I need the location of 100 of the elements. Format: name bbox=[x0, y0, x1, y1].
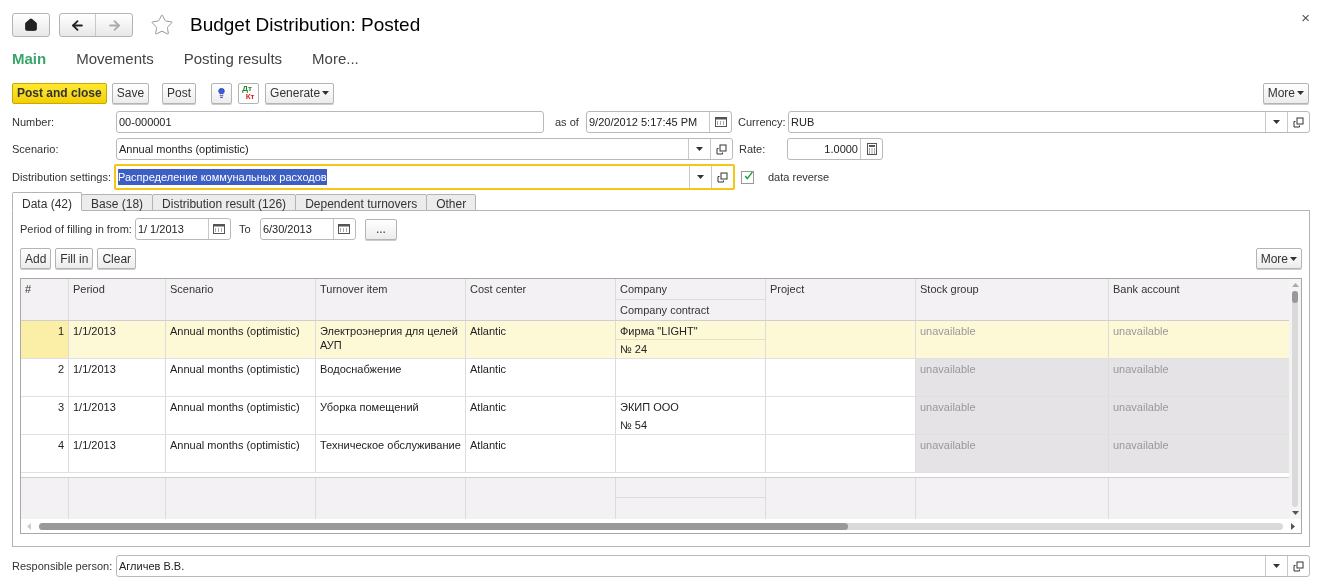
caret-icon bbox=[322, 91, 330, 95]
generate-button[interactable]: Generate bbox=[265, 82, 335, 104]
table-cell-text: № 24 bbox=[619, 342, 649, 356]
table-cell: unavailable bbox=[916, 397, 1109, 434]
calendar-icon bbox=[714, 117, 727, 127]
tab[interactable]: Distribution result (126) bbox=[152, 194, 297, 211]
forward-arrow-icon bbox=[106, 17, 122, 33]
caret-icon bbox=[1290, 256, 1297, 261]
caret-icon bbox=[1273, 120, 1280, 124]
table-cell: Annual months (optimistic) bbox=[166, 435, 316, 472]
calendar-icon bbox=[213, 224, 226, 234]
add-button[interactable]: Add bbox=[20, 248, 52, 269]
table-cell: Annual months (optimistic) bbox=[166, 359, 316, 396]
fill-in-button[interactable]: Fill in bbox=[55, 248, 94, 269]
table-cell: Annual months (optimistic) bbox=[166, 321, 316, 358]
table-row[interactable]: 2 1/1/2013 Annual months (optimistic) Водоснабжение Atlantic unavailable unavailable bbox=[21, 359, 1289, 397]
table-cell: unavailable bbox=[916, 435, 1109, 472]
table-cell: 1/1/2013 bbox=[69, 397, 166, 434]
open-window-icon bbox=[1293, 560, 1304, 572]
scroll-down-icon[interactable] bbox=[1291, 511, 1299, 515]
column-header: # bbox=[21, 279, 69, 320]
favorite-star-icon[interactable] bbox=[150, 13, 174, 37]
open-window-icon bbox=[1293, 116, 1304, 128]
period-to-field[interactable]: 6/30/2013 bbox=[259, 218, 356, 240]
caret-icon bbox=[697, 175, 704, 179]
table-cell: Фирма "LIGHT" bbox=[616, 321, 765, 340]
home-icon bbox=[24, 18, 38, 32]
field-label: Scenario: bbox=[12, 141, 60, 157]
table-cell: unavailable bbox=[1109, 359, 1289, 396]
field-label: Period of filling in from: bbox=[20, 221, 132, 237]
dt-kt-button[interactable]: Дт Кт bbox=[238, 82, 260, 104]
save-button[interactable]: Save bbox=[111, 82, 150, 104]
period-from-field[interactable]: 1/ 1/2013 bbox=[134, 218, 231, 240]
column-header: Company contract bbox=[619, 303, 711, 318]
scroll-right-icon[interactable] bbox=[1291, 522, 1295, 530]
table-cell-text: ЭКИП ООО bbox=[619, 400, 680, 415]
table-cell: 3 bbox=[21, 397, 69, 434]
scrollbar-thumb[interactable] bbox=[1292, 291, 1298, 303]
more-button[interactable]: More bbox=[1262, 82, 1309, 104]
number-field[interactable]: 00-000001 bbox=[116, 111, 544, 133]
form-tab[interactable]: More... bbox=[312, 47, 359, 71]
home-button[interactable] bbox=[12, 13, 50, 37]
field-label: Distribution settings: bbox=[12, 169, 113, 185]
table-cell: 1/1/2013 bbox=[69, 435, 166, 472]
table-cell: Уборка помещений bbox=[316, 397, 466, 434]
table-cell: 1/1/2013 bbox=[69, 359, 166, 396]
table-cell: Annual months (optimistic) bbox=[166, 397, 316, 434]
table-cell: Техническое обслуживание bbox=[316, 435, 466, 472]
tab[interactable]: Base (18) bbox=[81, 194, 154, 211]
lightbulb-icon bbox=[216, 86, 228, 100]
field-label: Rate: bbox=[739, 141, 767, 157]
scenario-field[interactable]: Annual months (optimistic) bbox=[116, 138, 733, 160]
form-tab[interactable]: Movements bbox=[76, 47, 154, 71]
caret-icon bbox=[696, 147, 703, 151]
hint-button[interactable] bbox=[211, 82, 233, 104]
table-cell: Atlantic bbox=[466, 321, 616, 358]
column-header: Cost center bbox=[466, 279, 616, 320]
post-and-close-button[interactable]: Post and close bbox=[12, 82, 107, 104]
vertical-scrollbar[interactable] bbox=[1289, 279, 1301, 519]
table-cell: 1/1/2013 bbox=[69, 321, 166, 358]
column-header: Project bbox=[766, 279, 916, 320]
close-button[interactable]: × bbox=[1301, 10, 1310, 25]
column-header: Period bbox=[69, 279, 166, 320]
table-more-button[interactable]: More bbox=[1255, 248, 1302, 269]
table-row[interactable]: 4 1/1/2013 Annual months (optimistic) Техническое обслуживание Atlantic unavailable unavailable bbox=[21, 435, 1289, 473]
form-tab[interactable]: Posting results bbox=[183, 47, 283, 71]
tab[interactable]: Other bbox=[426, 194, 477, 211]
tab[interactable]: Dependent turnovers bbox=[295, 194, 428, 211]
field-label: as of bbox=[555, 114, 580, 130]
field-label: To bbox=[238, 221, 252, 237]
column-header: Scenario bbox=[166, 279, 316, 320]
post-button[interactable]: Post bbox=[162, 82, 197, 104]
table-cell: unavailable bbox=[1109, 397, 1289, 434]
table-cell: 2 bbox=[21, 359, 69, 396]
column-header: Stock group bbox=[916, 279, 1109, 320]
open-window-icon bbox=[716, 143, 727, 155]
select-period-button[interactable]: ... bbox=[364, 218, 397, 240]
caret-icon bbox=[1297, 91, 1304, 95]
table-cell-text: № 54 bbox=[619, 418, 649, 432]
table-row[interactable]: 1 1/1/2013 Annual months (optimistic) Электроэнергия для целей АУП Atlantic Фирма "LIGHT" № 24 unavailable unavailable bbox=[21, 321, 1289, 359]
checkbox[interactable] bbox=[741, 170, 754, 184]
table-cell: 4 bbox=[21, 435, 69, 472]
open-window-icon bbox=[717, 171, 728, 183]
table-row[interactable]: 3 1/1/2013 Annual months (optimistic) Уборка помещений Atlantic ЭКИП ООО № 54 unavailable unavailable bbox=[21, 397, 1289, 435]
window-title: Budget Distribution: Posted bbox=[190, 12, 421, 37]
table-cell: Atlantic bbox=[466, 397, 616, 434]
column-header: Company bbox=[616, 279, 765, 300]
clear-button[interactable]: Clear bbox=[97, 248, 137, 269]
table-cell: Водоснабжение bbox=[316, 359, 466, 396]
date-field[interactable]: 9/20/2012 5:17:45 PM bbox=[586, 111, 732, 133]
table-cell: unavailable bbox=[1109, 435, 1289, 472]
rate-field[interactable]: 1.0000 bbox=[787, 138, 883, 160]
table-cell: Atlantic bbox=[466, 435, 616, 472]
scrollbar-thumb[interactable] bbox=[39, 522, 848, 530]
currency-field[interactable]: RUB bbox=[788, 111, 1310, 133]
responsible-person-field[interactable]: Агличев В.В. bbox=[116, 555, 1310, 577]
tab[interactable]: Data (42) bbox=[12, 192, 83, 211]
calculator-icon bbox=[866, 143, 877, 155]
table-cell: Электроэнергия для целей АУП bbox=[316, 321, 466, 358]
caret-icon bbox=[1273, 564, 1280, 568]
